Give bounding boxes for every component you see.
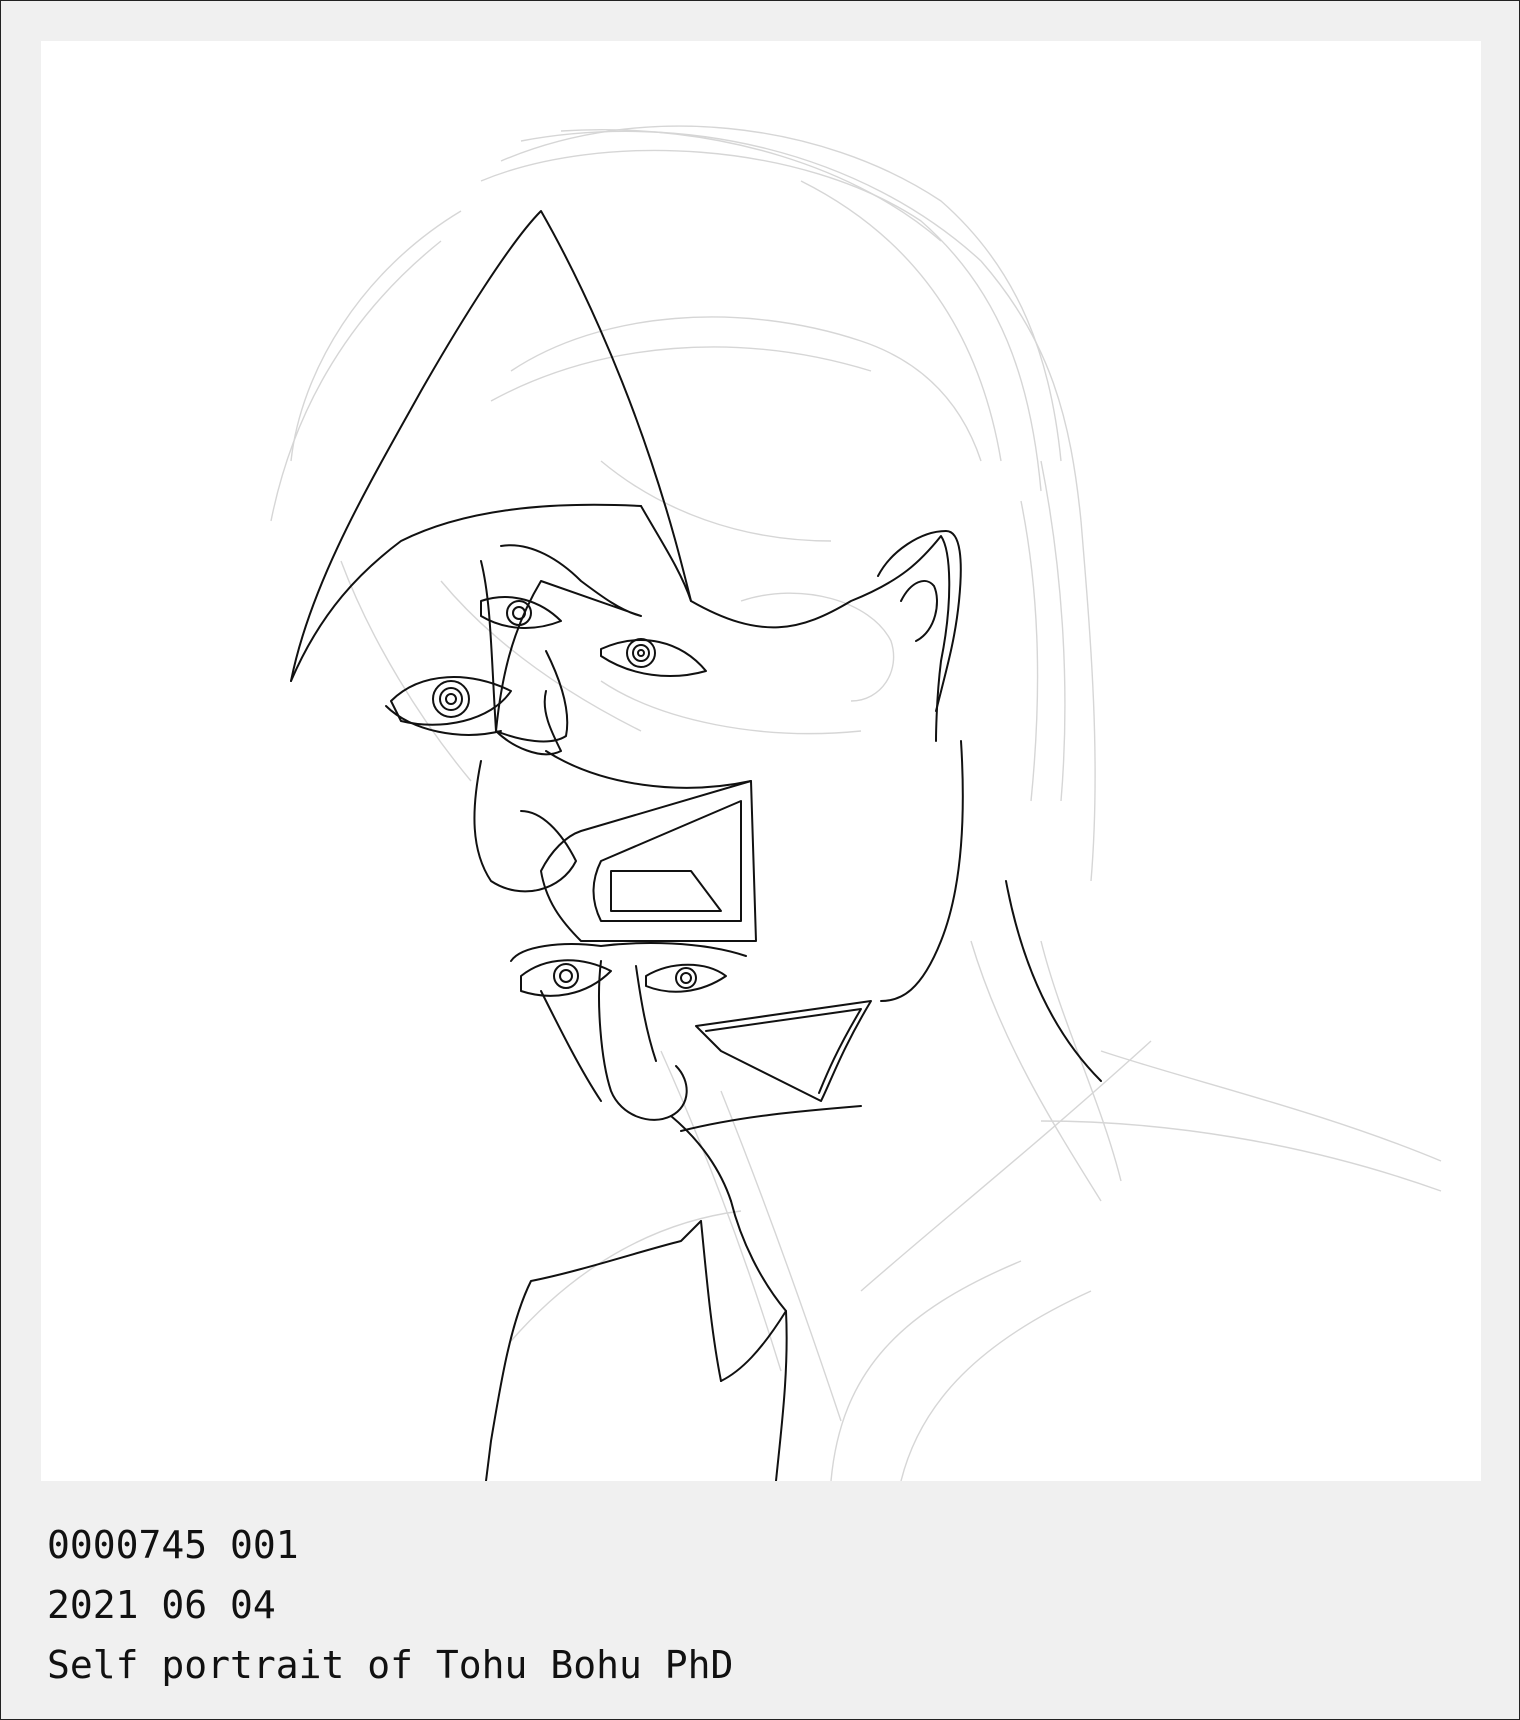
portrait-drawing <box>270 125 1442 1481</box>
portrait-title: Self portrait of Tohu Bohu PhD <box>47 1643 734 1687</box>
sketch-layer <box>270 125 1442 1481</box>
polaroid-frame: 0000745 001 2021 06 04 Self portrait of … <box>0 0 1520 1720</box>
ink-layer <box>290 210 1102 1481</box>
portrait-date: 2021 06 04 <box>47 1583 276 1627</box>
caption-block: 0000745 001 2021 06 04 Self portrait of … <box>47 1515 733 1695</box>
catalog-number: 0000745 001 <box>47 1523 299 1567</box>
artwork-canvas <box>41 41 1481 1481</box>
